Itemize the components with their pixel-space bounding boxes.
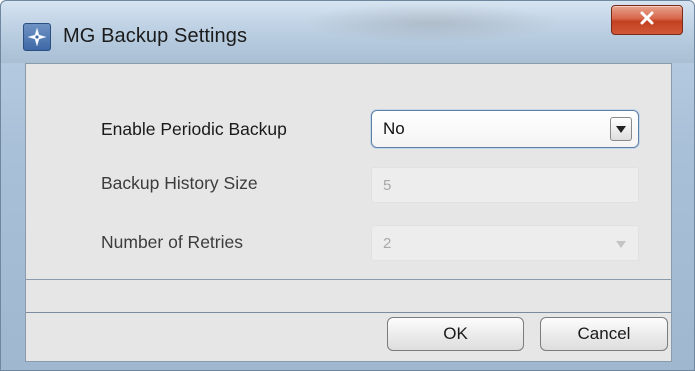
backup-settings-dialog: MG Backup Settings Enable Periodic Backu…: [0, 0, 695, 371]
ok-button[interactable]: OK: [387, 317, 524, 351]
enable-periodic-backup-label: Enable Periodic Backup: [101, 119, 287, 139]
number-of-retries-dropdown[interactable]: 2: [371, 225, 639, 261]
backup-history-size-label: Backup History Size: [101, 173, 258, 193]
close-button[interactable]: [611, 5, 683, 35]
divider: [26, 312, 671, 313]
chevron-down-icon[interactable]: [610, 232, 632, 256]
enable-periodic-backup-value: No: [383, 119, 405, 138]
close-icon: [639, 10, 655, 31]
settings-panel: Enable Periodic Backup No Backup History…: [25, 63, 672, 280]
number-of-retries-label: Number of Retries: [101, 232, 243, 252]
compass-icon: [23, 23, 51, 51]
title-bar[interactable]: MG Backup Settings: [1, 1, 694, 63]
enable-periodic-backup-dropdown[interactable]: No: [371, 110, 639, 148]
cancel-button[interactable]: Cancel: [540, 317, 668, 351]
backup-history-size-field[interactable]: 5: [371, 167, 639, 203]
chevron-down-icon[interactable]: [610, 117, 632, 141]
backup-history-size-value: 5: [383, 176, 392, 194]
button-bar: OK Cancel: [25, 280, 672, 362]
number-of-retries-value: 2: [383, 234, 392, 252]
window-title: MG Backup Settings: [63, 25, 248, 47]
